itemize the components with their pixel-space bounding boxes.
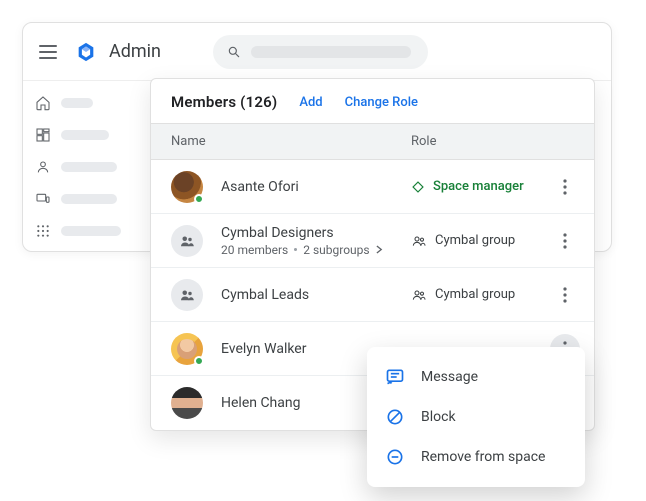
dropdown-label: Message xyxy=(421,369,478,385)
admin-title: Admin xyxy=(109,41,161,62)
kebab-icon xyxy=(563,287,567,303)
presence-online-icon xyxy=(194,356,204,366)
group-icon xyxy=(411,233,427,249)
row-actions-dropdown: Message Block Remove from space xyxy=(367,347,585,487)
message-icon xyxy=(385,367,405,387)
group-avatar-icon xyxy=(178,286,196,304)
hamburger-menu-icon[interactable] xyxy=(39,45,57,59)
add-button[interactable]: Add xyxy=(299,95,322,110)
avatar xyxy=(171,387,203,419)
search-input[interactable] xyxy=(213,35,428,69)
member-name: Asante Ofori xyxy=(221,179,411,195)
remove-icon xyxy=(385,447,405,467)
member-name: Cymbal Designers xyxy=(221,225,411,241)
apps-icon xyxy=(35,223,51,239)
sidebar-item[interactable] xyxy=(35,223,131,239)
member-role: Cymbal group xyxy=(411,233,550,249)
block-icon xyxy=(385,407,405,427)
kebab-icon xyxy=(563,233,567,249)
home-icon xyxy=(35,95,51,111)
sidebar-item[interactable] xyxy=(35,191,131,207)
sidebar-item[interactable] xyxy=(35,159,131,175)
member-role: Space manager xyxy=(411,179,550,194)
member-row[interactable]: Asante Ofori Space manager xyxy=(151,160,594,214)
people-icon xyxy=(35,159,51,175)
devices-icon xyxy=(35,191,51,207)
dropdown-label: Block xyxy=(421,409,456,425)
dropdown-item-block[interactable]: Block xyxy=(367,397,585,437)
dashboard-icon xyxy=(35,127,51,143)
sidebar-item[interactable] xyxy=(35,127,131,143)
members-column-header: Name Role xyxy=(151,123,594,160)
member-name: Cymbal Leads xyxy=(221,287,411,303)
member-row[interactable]: Cymbal Designers 20 members 2 subgroups … xyxy=(151,214,594,268)
member-subtext: 20 members 2 subgroups xyxy=(221,243,411,257)
admin-sidebar xyxy=(23,81,143,251)
members-title: Members (126) xyxy=(171,93,277,111)
kebab-icon xyxy=(563,179,567,195)
column-name-header: Name xyxy=(171,134,411,149)
sidebar-item[interactable] xyxy=(35,95,131,111)
row-overflow-button[interactable] xyxy=(550,172,580,202)
dropdown-item-message[interactable]: Message xyxy=(367,357,585,397)
change-role-button[interactable]: Change Role xyxy=(345,95,418,110)
avatar xyxy=(171,225,203,257)
group-icon xyxy=(411,287,427,303)
dropdown-label: Remove from space xyxy=(421,449,545,465)
member-role: Cymbal group xyxy=(411,287,550,303)
space-manager-icon xyxy=(411,180,425,194)
row-overflow-button[interactable] xyxy=(550,280,580,310)
admin-logo-icon xyxy=(75,41,97,63)
chevron-right-icon xyxy=(376,245,383,254)
search-icon xyxy=(227,45,241,59)
row-overflow-button[interactable] xyxy=(550,226,580,256)
dropdown-item-remove[interactable]: Remove from space xyxy=(367,437,585,477)
admin-header: Admin xyxy=(23,23,611,81)
member-row[interactable]: Cymbal Leads Cymbal group xyxy=(151,268,594,322)
avatar xyxy=(171,333,203,365)
presence-online-icon xyxy=(194,194,204,204)
avatar xyxy=(171,279,203,311)
avatar xyxy=(171,171,203,203)
members-header: Members (126) Add Change Role xyxy=(151,79,594,123)
column-role-header: Role xyxy=(411,134,574,149)
group-avatar-icon xyxy=(178,232,196,250)
search-placeholder xyxy=(251,46,411,58)
